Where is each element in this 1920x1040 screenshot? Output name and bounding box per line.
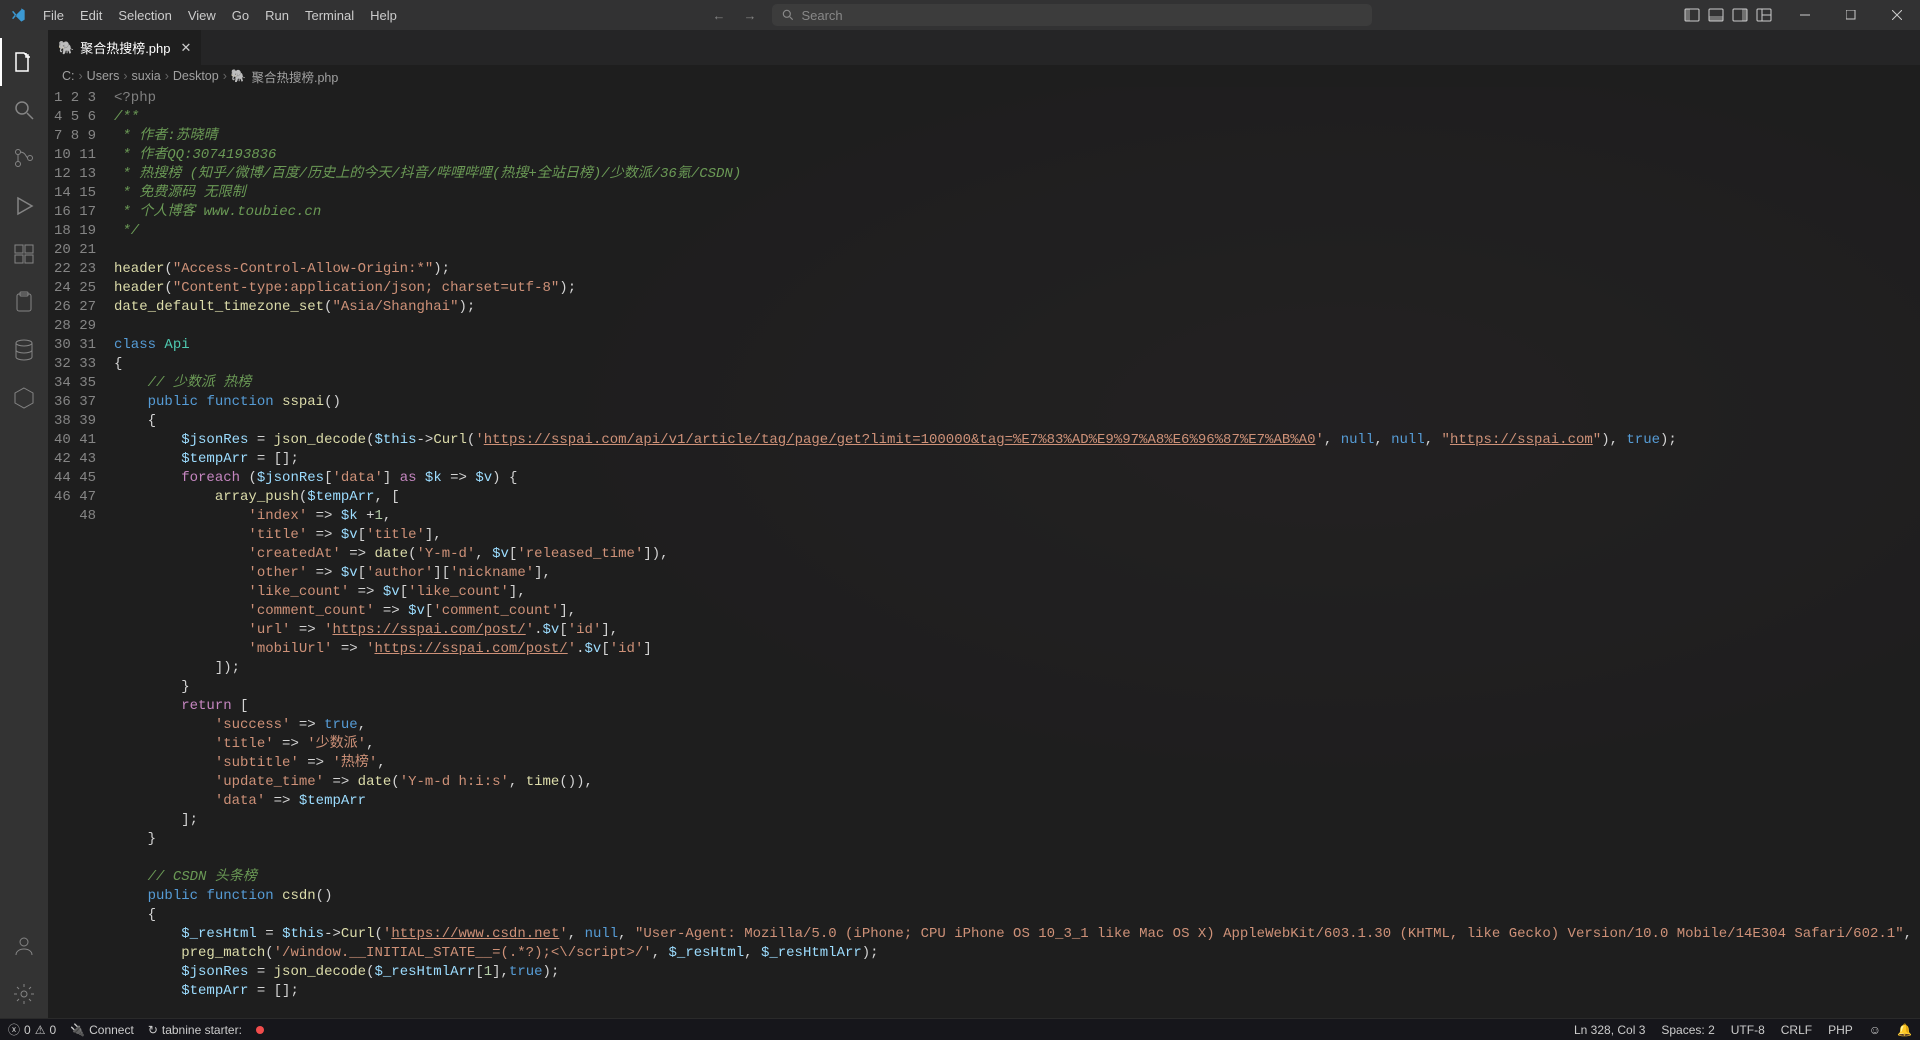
- menu-terminal[interactable]: Terminal: [297, 0, 362, 30]
- breadcrumb-segment[interactable]: Desktop: [173, 69, 219, 83]
- tab-bar: 🐘 聚合热搜榜.php ✕ ⋯: [48, 30, 1920, 65]
- nav-back-icon[interactable]: ←: [706, 6, 731, 25]
- breadcrumb-segment[interactable]: C:: [62, 69, 75, 83]
- status-eol[interactable]: CRLF: [1781, 1023, 1812, 1037]
- menu-view[interactable]: View: [180, 0, 224, 30]
- activity-search-icon[interactable]: [0, 86, 48, 134]
- menu-help[interactable]: Help: [362, 0, 405, 30]
- activity-explorer-icon[interactable]: [0, 38, 48, 86]
- breadcrumb-segment[interactable]: Users: [87, 69, 120, 83]
- title-bar: FileEditSelectionViewGoRunTerminalHelp ←…: [0, 0, 1920, 30]
- activity-settings-icon[interactable]: [0, 970, 48, 1018]
- menu-edit[interactable]: Edit: [72, 0, 110, 30]
- editor-area: 🐘 聚合热搜榜.php ✕ ⋯ C:› Users› suxia› Deskto…: [48, 30, 1920, 1018]
- layout-panel-right-icon[interactable]: [1732, 7, 1748, 23]
- warning-icon: ⚠: [35, 1023, 46, 1037]
- breadcrumb-segment[interactable]: 聚合热搜榜.php: [251, 67, 338, 86]
- search-placeholder: Search: [801, 8, 842, 23]
- editor-tab[interactable]: 🐘 聚合热搜榜.php ✕: [48, 30, 202, 65]
- tab-filename: 聚合热搜榜.php: [80, 38, 170, 57]
- status-connect[interactable]: 🔌Connect: [70, 1023, 134, 1037]
- status-feedback-icon[interactable]: ☺: [1869, 1023, 1881, 1037]
- window-maximize-button[interactable]: [1828, 0, 1874, 30]
- menu-selection[interactable]: Selection: [110, 0, 179, 30]
- layout-panel-left-icon[interactable]: [1684, 7, 1700, 23]
- activity-hexagon-icon[interactable]: [0, 374, 48, 422]
- layout-panel-bottom-icon[interactable]: [1708, 7, 1724, 23]
- search-icon: [781, 8, 795, 22]
- nav-forward-icon[interactable]: →: [737, 6, 762, 25]
- error-dot-icon: [256, 1026, 264, 1034]
- activity-accounts-icon[interactable]: [0, 922, 48, 970]
- status-indentation[interactable]: Spaces: 2: [1661, 1023, 1714, 1037]
- main-menu: FileEditSelectionViewGoRunTerminalHelp: [35, 0, 405, 30]
- code-editor[interactable]: <?php /** * 作者:苏晓晴 * 作者QQ:3074193836 * 热…: [114, 87, 1920, 1018]
- vscode-logo-icon: [0, 7, 35, 23]
- php-file-icon: 🐘: [58, 40, 74, 56]
- status-indicator[interactable]: [256, 1026, 264, 1034]
- php-file-icon: 🐘: [231, 69, 247, 84]
- activity-extensions-icon[interactable]: [0, 230, 48, 278]
- status-notifications-icon[interactable]: 🔔: [1897, 1023, 1912, 1037]
- window-close-button[interactable]: [1874, 0, 1920, 30]
- menu-run[interactable]: Run: [257, 0, 297, 30]
- activity-run-debug-icon[interactable]: [0, 182, 48, 230]
- line-number-gutter: 1 2 3 4 5 6 7 8 9 10 11 12 13 14 15 16 1…: [48, 87, 114, 1018]
- error-icon: ⓧ: [8, 1021, 20, 1038]
- activity-source-control-icon[interactable]: [0, 134, 48, 182]
- breadcrumb-segment[interactable]: suxia: [132, 69, 161, 83]
- breadcrumb[interactable]: C:› Users› suxia› Desktop› 🐘 聚合热搜榜.php: [48, 65, 1920, 87]
- activity-bar: [0, 30, 48, 1018]
- tab-close-icon[interactable]: ✕: [181, 40, 192, 56]
- window-minimize-button[interactable]: [1782, 0, 1828, 30]
- status-cursor-position[interactable]: Ln 328, Col 3: [1574, 1023, 1645, 1037]
- activity-database-icon[interactable]: [0, 326, 48, 374]
- menu-go[interactable]: Go: [224, 0, 257, 30]
- status-language[interactable]: PHP: [1828, 1023, 1853, 1037]
- menu-file[interactable]: File: [35, 0, 72, 30]
- status-encoding[interactable]: UTF-8: [1731, 1023, 1765, 1037]
- refresh-icon: ↻: [148, 1023, 158, 1037]
- activity-clipboard-icon[interactable]: [0, 278, 48, 326]
- command-center-search[interactable]: Search: [772, 4, 1372, 26]
- customize-layout-icon[interactable]: [1756, 7, 1772, 23]
- status-tabnine[interactable]: ↻tabnine starter:: [148, 1023, 242, 1037]
- status-problems[interactable]: ⓧ0 ⚠0: [8, 1021, 56, 1038]
- plug-icon: 🔌: [70, 1023, 85, 1037]
- status-bar: ⓧ0 ⚠0 🔌Connect ↻tabnine starter: Ln 328,…: [0, 1018, 1920, 1040]
